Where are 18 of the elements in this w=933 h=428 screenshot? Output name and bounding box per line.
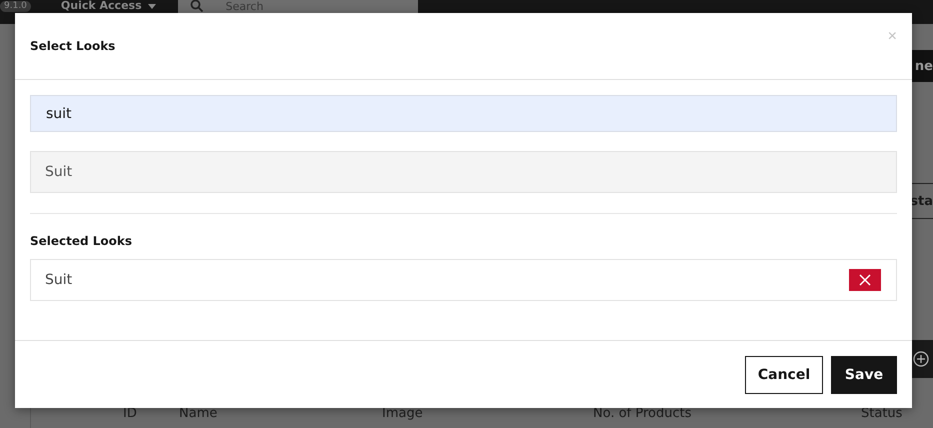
close-icon <box>859 274 871 286</box>
column-header: Image <box>382 406 423 421</box>
section-title: Selected Looks <box>30 234 134 248</box>
column-header: Status <box>861 406 902 421</box>
header-text: ne <box>914 58 933 74</box>
save-button[interactable]: Save <box>831 356 897 394</box>
search-field[interactable]: suit <box>30 95 897 132</box>
add-circle-icon[interactable] <box>913 351 929 367</box>
quick-access-menu[interactable]: Quick Access <box>60 0 156 12</box>
item-label: Suit <box>45 272 72 288</box>
column-text: sta <box>910 194 933 208</box>
cancel-button[interactable]: Cancel <box>745 356 823 394</box>
dialog-title: Select Looks <box>30 39 116 53</box>
remove-button[interactable] <box>849 269 881 291</box>
column-header: Name <box>179 406 218 421</box>
result-item[interactable]: Suit <box>30 151 897 193</box>
caret-icon <box>148 4 156 8</box>
version-badge: 9.1.0 <box>0 1 31 12</box>
